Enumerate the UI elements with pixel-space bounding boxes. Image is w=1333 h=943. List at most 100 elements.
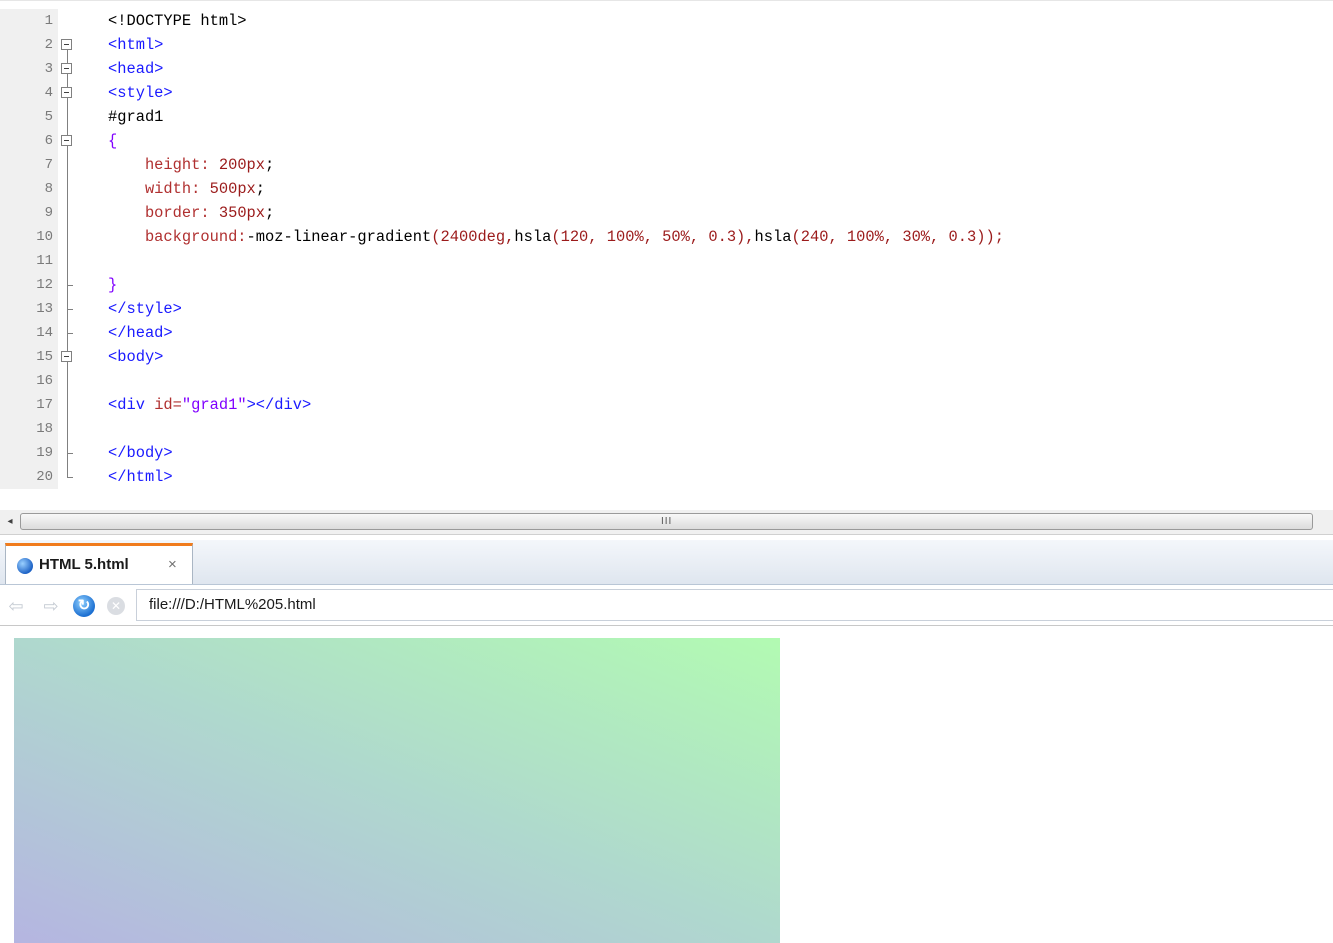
fold-collapse-icon[interactable] bbox=[58, 57, 78, 81]
code-line[interactable]: 14 </head> bbox=[0, 321, 1333, 345]
code-editor[interactable]: 1 <!DOCTYPE html> 2 <html> 3 <head> 4 <style> 5 #… bbox=[0, 0, 1333, 511]
line-number: 12 bbox=[36, 277, 53, 293]
address-url: file:///D:/HTML%205.html bbox=[149, 596, 316, 613]
line-gutter: 17 bbox=[0, 393, 58, 417]
code-line[interactable]: 7 height: 200px; bbox=[0, 153, 1333, 177]
fold-guide bbox=[58, 177, 78, 201]
line-number: 1 bbox=[44, 13, 53, 29]
code-line[interactable]: 6{ bbox=[0, 129, 1333, 153]
code-text: <div id="grad1"></div> bbox=[108, 393, 311, 417]
code-line[interactable]: 18 bbox=[0, 417, 1333, 441]
code-line[interactable]: 8 width: 500px; bbox=[0, 177, 1333, 201]
code-token: </body> bbox=[108, 444, 173, 462]
code-token: (240, 100%, 30%, 0.3)); bbox=[791, 228, 1004, 246]
line-gutter: 6 bbox=[0, 129, 58, 153]
code-line[interactable]: 20 </html> bbox=[0, 465, 1333, 489]
tab-title: HTML 5.html bbox=[39, 556, 129, 573]
horizontal-scrollbar[interactable]: ◂ III bbox=[0, 510, 1333, 535]
code-text: </style> bbox=[108, 297, 182, 321]
page-viewport bbox=[0, 626, 1333, 943]
tab-close-icon[interactable]: × bbox=[168, 556, 177, 573]
tab-html5[interactable]: HTML 5.html × bbox=[5, 543, 193, 584]
code-token: </head> bbox=[108, 324, 173, 342]
code-token: ; bbox=[265, 156, 275, 174]
fold-collapse-icon[interactable] bbox=[58, 129, 78, 153]
fold-guide bbox=[58, 369, 78, 393]
line-gutter: 14 bbox=[0, 321, 58, 345]
globe-icon bbox=[17, 558, 33, 574]
code-token: </html> bbox=[108, 468, 173, 486]
code-line[interactable]: 19 </body> bbox=[0, 441, 1333, 465]
line-number: 2 bbox=[44, 37, 53, 53]
line-gutter: 8 bbox=[0, 177, 58, 201]
code-text: <head> bbox=[108, 57, 163, 81]
stop-button[interactable]: ✕ bbox=[107, 597, 125, 615]
line-number: 20 bbox=[36, 469, 53, 485]
code-token: <html> bbox=[108, 36, 164, 54]
code-text: } bbox=[108, 273, 117, 297]
forward-button[interactable]: ⇨ bbox=[40, 595, 62, 617]
fold-guide bbox=[58, 393, 78, 417]
code-line[interactable]: 13 </style> bbox=[0, 297, 1333, 321]
browser-tab-strip: HTML 5.html × bbox=[0, 540, 1333, 585]
code-token: 350px bbox=[218, 204, 266, 222]
fold-guide bbox=[58, 9, 78, 33]
code-line[interactable]: 1 <!DOCTYPE html> bbox=[0, 9, 1333, 33]
fold-collapse-icon[interactable] bbox=[58, 81, 78, 105]
code-token: background: bbox=[108, 228, 247, 246]
reload-button[interactable]: ↻ bbox=[73, 595, 95, 617]
code-token: <!DOCTYPE html> bbox=[108, 12, 247, 30]
fold-guide bbox=[58, 273, 78, 297]
code-token: <div bbox=[108, 396, 155, 414]
line-number: 11 bbox=[36, 253, 53, 269]
code-line[interactable]: 4 <style> bbox=[0, 81, 1333, 105]
code-line[interactable]: 2 <html> bbox=[0, 33, 1333, 57]
line-number: 19 bbox=[36, 445, 53, 461]
line-gutter: 5 bbox=[0, 105, 58, 129]
fold-collapse-icon[interactable] bbox=[58, 33, 78, 57]
line-number: 15 bbox=[36, 349, 53, 365]
scrollbar-thumb[interactable]: III bbox=[20, 513, 1313, 530]
code-text: </html> bbox=[108, 465, 173, 489]
address-bar[interactable]: file:///D:/HTML%205.html bbox=[136, 589, 1333, 621]
code-line[interactable]: 15 <body> bbox=[0, 345, 1333, 369]
code-token: ; bbox=[265, 204, 275, 222]
line-number: 16 bbox=[36, 373, 53, 389]
code-line[interactable]: 9 border: 350px; bbox=[0, 201, 1333, 225]
code-text: width: 500px; bbox=[108, 177, 265, 201]
line-gutter: 2 bbox=[0, 33, 58, 57]
scroll-left-arrow-icon[interactable]: ◂ bbox=[3, 514, 17, 530]
code-text: { bbox=[108, 129, 117, 153]
code-line[interactable]: 11 bbox=[0, 249, 1333, 273]
code-token: </style> bbox=[108, 300, 182, 318]
line-number: 18 bbox=[36, 421, 53, 437]
fold-guide bbox=[58, 105, 78, 129]
fold-guide bbox=[58, 153, 78, 177]
code-text: <html> bbox=[108, 33, 163, 57]
back-button[interactable]: ⇦ bbox=[5, 595, 27, 617]
browser-nav-bar: ⇦ ⇨ ↻ ✕ file:///D:/HTML%205.html bbox=[0, 585, 1333, 626]
line-number: 13 bbox=[36, 301, 53, 317]
code-token: border: bbox=[108, 204, 219, 222]
gradient-box bbox=[14, 638, 780, 943]
fold-collapse-icon[interactable] bbox=[58, 345, 78, 369]
line-gutter: 18 bbox=[0, 417, 58, 441]
code-line[interactable]: 17 <div id="grad1"></div> bbox=[0, 393, 1333, 417]
line-gutter: 15 bbox=[0, 345, 58, 369]
code-token: (120, 100%, 50%, 0.3), bbox=[551, 228, 755, 246]
line-gutter: 12 bbox=[0, 273, 58, 297]
code-token: <style> bbox=[108, 84, 173, 102]
code-text: background:-moz-linear-gradient(2400deg,… bbox=[108, 225, 1004, 249]
code-token: width: bbox=[108, 180, 210, 198]
code-text: border: 350px; bbox=[108, 201, 274, 225]
line-number: 3 bbox=[44, 61, 53, 77]
code-line[interactable]: 10 background:-moz-linear-gradient(2400d… bbox=[0, 225, 1333, 249]
line-gutter: 3 bbox=[0, 57, 58, 81]
code-token: height: bbox=[108, 156, 219, 174]
line-number: 6 bbox=[44, 133, 53, 149]
code-line[interactable]: 16 bbox=[0, 369, 1333, 393]
code-text: </body> bbox=[108, 441, 173, 465]
code-line[interactable]: 5 #grad1 bbox=[0, 105, 1333, 129]
code-line[interactable]: 12} bbox=[0, 273, 1333, 297]
code-line[interactable]: 3 <head> bbox=[0, 57, 1333, 81]
